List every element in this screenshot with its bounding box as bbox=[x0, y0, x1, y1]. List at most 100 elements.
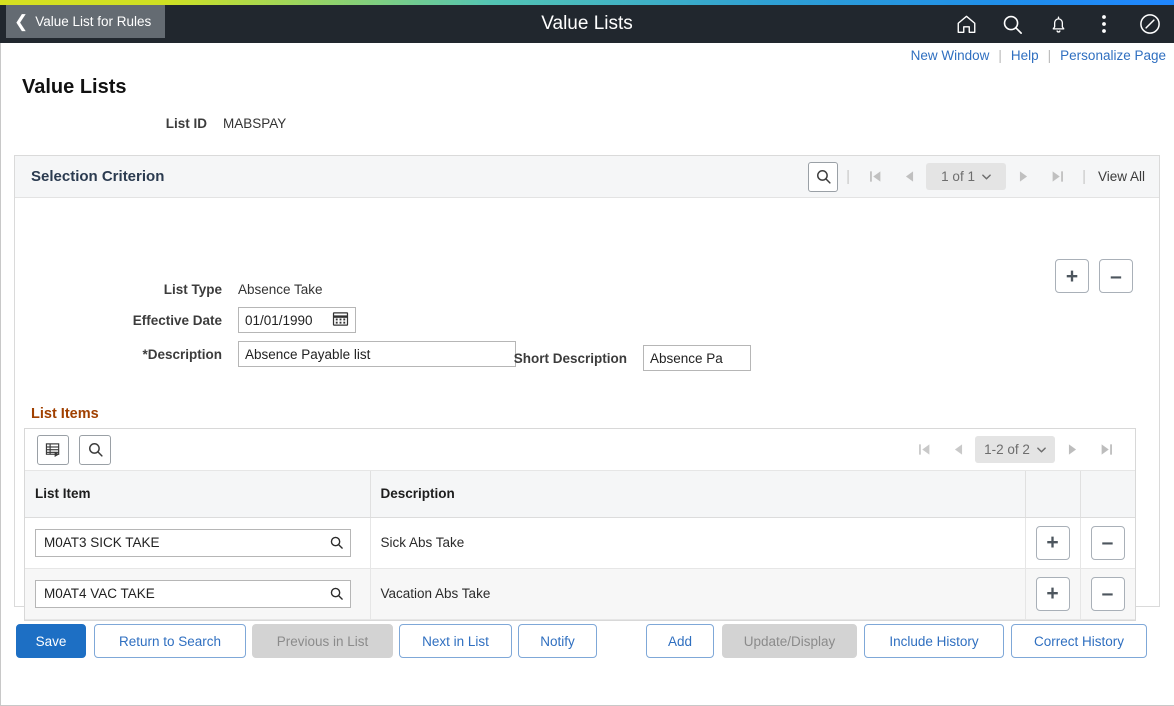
navbar-compass-icon[interactable] bbox=[1138, 12, 1162, 36]
delete-row-button[interactable]: – bbox=[1099, 259, 1133, 293]
row-counter-dropdown[interactable]: 1 of 1 bbox=[926, 163, 1007, 190]
cell-add-row: + bbox=[1025, 517, 1081, 569]
page-left-border bbox=[0, 43, 1, 706]
personalize-page-link[interactable]: Personalize Page bbox=[1060, 48, 1166, 63]
cell-description: Vacation Abs Take bbox=[370, 568, 1026, 620]
list-items-grid: 1-2 of 2 List Item Description M0AT3 SIC… bbox=[24, 428, 1136, 621]
grid-row-counter-dropdown[interactable]: 1-2 of 2 bbox=[975, 436, 1055, 463]
selection-criterion-title: Selection Criterion bbox=[31, 168, 165, 185]
list-type-label: List Type bbox=[163, 282, 222, 297]
effective-date-input[interactable] bbox=[245, 308, 332, 332]
plus-icon: + bbox=[1046, 582, 1059, 605]
selection-criterion-header: Selection Criterion | 1 of 1 | View All bbox=[15, 156, 1159, 198]
list-item-lookup-field[interactable] bbox=[35, 579, 351, 608]
grid-last-row-button[interactable] bbox=[1089, 436, 1123, 464]
effective-date-field[interactable] bbox=[238, 307, 356, 333]
list-items-pager: 1-2 of 2 bbox=[907, 436, 1123, 464]
app-header: Value Lists ❮ Value List for Rules bbox=[0, 5, 1174, 43]
list-type-value: Absence Take bbox=[238, 282, 323, 297]
notification-bell-icon[interactable] bbox=[1046, 12, 1070, 36]
link-separator: | bbox=[1047, 47, 1052, 63]
grid-delete-row-button[interactable]: – bbox=[1090, 525, 1125, 560]
last-row-button[interactable] bbox=[1040, 163, 1074, 191]
previous-row-button[interactable] bbox=[892, 163, 926, 191]
previous-in-list-button: Previous in List bbox=[252, 624, 393, 658]
grid-first-row-button[interactable] bbox=[907, 436, 941, 464]
return-to-search-button[interactable]: Return to Search bbox=[94, 624, 246, 658]
header-icon-group bbox=[954, 5, 1162, 43]
chevron-down-icon bbox=[982, 173, 991, 180]
next-in-list-button[interactable]: Next in List bbox=[399, 624, 512, 658]
actions-menu-icon[interactable] bbox=[1092, 12, 1116, 36]
list-item-input[interactable] bbox=[42, 534, 325, 551]
back-button-label: Value List for Rules bbox=[35, 14, 152, 29]
find-icon-button[interactable] bbox=[808, 161, 839, 192]
description-label: *Description bbox=[142, 346, 222, 362]
grid-add-row-button[interactable]: + bbox=[1035, 525, 1070, 560]
grid-delete-row-button[interactable]: – bbox=[1090, 576, 1125, 611]
lookup-search-icon[interactable] bbox=[329, 535, 344, 550]
help-link[interactable]: Help bbox=[1011, 48, 1039, 63]
column-header-description: Description bbox=[370, 471, 1026, 518]
column-header-remove bbox=[1080, 471, 1135, 518]
add-button[interactable]: Add bbox=[646, 624, 714, 658]
row-counter-label: 1 of 1 bbox=[941, 169, 975, 184]
plus-icon: + bbox=[1046, 531, 1059, 554]
correct-history-button[interactable]: Correct History bbox=[1011, 624, 1147, 658]
home-icon[interactable] bbox=[954, 12, 978, 36]
include-history-button[interactable]: Include History bbox=[864, 624, 1004, 658]
calendar-icon[interactable] bbox=[332, 310, 349, 330]
list-items-section-label: List Items bbox=[31, 406, 99, 422]
selection-criterion-groupbox: Selection Criterion | 1 of 1 | View All … bbox=[14, 155, 1160, 621]
short-description-row: Short Description bbox=[420, 345, 751, 371]
table-header-row: List Item Description bbox=[25, 471, 1135, 518]
lookup-search-icon[interactable] bbox=[329, 586, 344, 601]
row-action-buttons: + – bbox=[1055, 259, 1133, 293]
table-row: Sick Abs Take + – bbox=[25, 517, 1135, 569]
add-row-button[interactable]: + bbox=[1055, 259, 1089, 293]
grid-add-row-button[interactable]: + bbox=[1035, 576, 1070, 611]
column-header-list-item: List Item bbox=[25, 471, 371, 518]
column-header-add bbox=[1025, 471, 1081, 518]
search-icon[interactable] bbox=[1000, 12, 1024, 36]
new-window-link[interactable]: New Window bbox=[911, 48, 990, 63]
list-items-grid-toolbar: 1-2 of 2 bbox=[25, 429, 1135, 471]
link-separator: | bbox=[998, 47, 1002, 63]
save-button[interactable]: Save bbox=[16, 624, 86, 658]
effective-date-label: Effective Date bbox=[132, 312, 222, 328]
chevron-down-icon bbox=[1037, 446, 1046, 453]
short-description-field[interactable] bbox=[643, 345, 751, 371]
cell-description: Sick Abs Take bbox=[370, 517, 1026, 569]
cell-list-item bbox=[25, 568, 371, 620]
minus-icon: – bbox=[1101, 531, 1114, 554]
list-item-input[interactable] bbox=[42, 585, 325, 602]
cell-add-row: + bbox=[1025, 568, 1081, 620]
minus-icon: – bbox=[1110, 264, 1122, 288]
update-display-button: Update/Display bbox=[722, 624, 857, 658]
list-id-label: List ID bbox=[165, 116, 207, 131]
pager-separator: | bbox=[1082, 168, 1086, 185]
cell-remove-row: – bbox=[1080, 568, 1135, 620]
pager-separator: | bbox=[846, 168, 851, 185]
short-description-input[interactable] bbox=[650, 346, 744, 370]
page-title: Value Lists bbox=[22, 76, 127, 98]
short-description-label: Short Description bbox=[513, 350, 627, 366]
cell-list-item bbox=[25, 517, 371, 569]
page-utility-links: New Window | Help | Personalize Page bbox=[911, 43, 1166, 67]
grid-find-icon-button[interactable] bbox=[79, 434, 111, 465]
back-button[interactable]: ❮ Value List for Rules bbox=[6, 5, 166, 38]
list-item-lookup-field[interactable] bbox=[35, 528, 351, 557]
first-row-button[interactable] bbox=[858, 163, 892, 191]
next-row-button[interactable] bbox=[1006, 163, 1040, 191]
minus-icon: – bbox=[1101, 582, 1114, 605]
list-type-row: List Type Absence Take bbox=[15, 282, 323, 297]
notify-button[interactable]: Notify bbox=[518, 624, 597, 658]
grid-next-row-button[interactable] bbox=[1055, 436, 1089, 464]
view-all-link[interactable]: View All bbox=[1098, 169, 1145, 184]
cell-remove-row: – bbox=[1080, 517, 1135, 569]
table-row: Vacation Abs Take + – bbox=[25, 568, 1135, 620]
grid-previous-row-button[interactable] bbox=[941, 436, 975, 464]
list-id-value: MABSPAY bbox=[223, 116, 287, 131]
grid-tool-buttons bbox=[37, 434, 907, 465]
personalize-grid-icon-button[interactable] bbox=[37, 434, 69, 465]
